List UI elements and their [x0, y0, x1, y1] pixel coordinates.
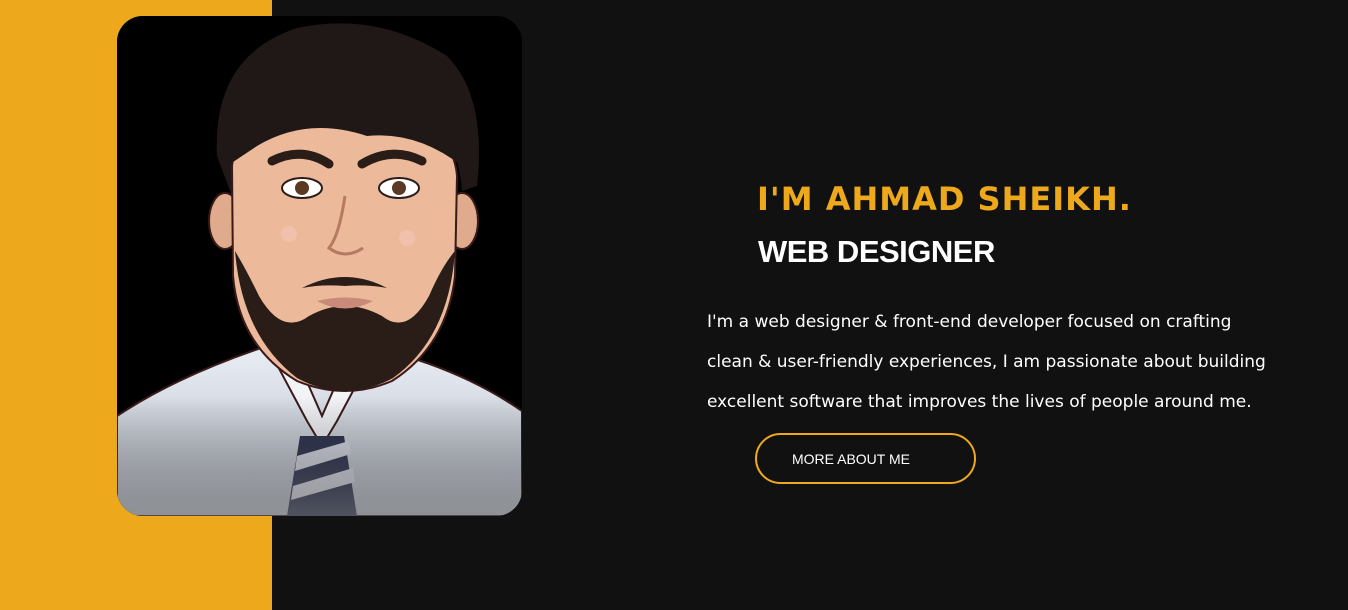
more-about-me-button[interactable]: MORE ABOUT ME [755, 433, 976, 484]
intro-heading: I'M AHMAD SHEIKH. [757, 180, 1132, 218]
profile-portrait [117, 16, 522, 516]
bio-line: excellent software that improves the liv… [707, 392, 1252, 412]
bio-line: clean & user-friendly experiences, I am … [707, 352, 1266, 372]
bio-paragraph: I'm a web designer & front-end developer… [707, 302, 1277, 422]
hero-section: I'M AHMAD SHEIKH. WEB DESIGNER I'm a web… [0, 0, 1348, 610]
role-title: WEB DESIGNER [758, 234, 995, 269]
avatar-illustration [117, 16, 522, 516]
bio-line: I'm a web designer & front-end developer… [707, 312, 1232, 332]
